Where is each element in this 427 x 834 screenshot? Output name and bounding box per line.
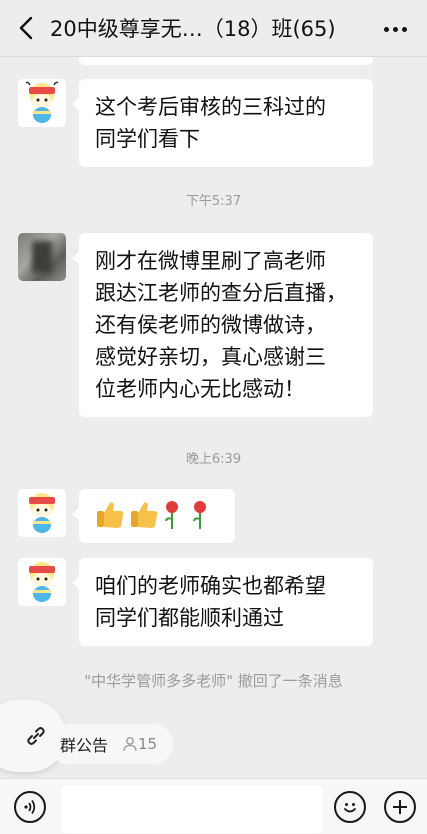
message-bubble[interactable]: 刚才在微博里刷了高老师 跟达江老师的查分后直播， 还有侯老师的微博做诗， 感觉好… xyxy=(72,233,373,417)
voice-button[interactable] xyxy=(14,791,46,823)
message-bubble[interactable]: 这个考后审核的三科过的 同学们看下 xyxy=(72,79,373,167)
message-line: 同学们都能顺利通过 xyxy=(95,606,284,630)
plus-icon xyxy=(393,800,407,814)
previous-bubble-fragment xyxy=(79,57,373,65)
message-bubble[interactable] xyxy=(72,489,235,543)
cartoon-bee-avatar-icon xyxy=(18,558,66,606)
link-icon xyxy=(27,727,45,745)
smiley-icon xyxy=(344,803,356,813)
plus-button[interactable] xyxy=(384,791,416,823)
timestamp: 晚上6:39 xyxy=(185,452,242,467)
announcement-label: 群公告 xyxy=(60,736,109,755)
avatar[interactable] xyxy=(18,558,66,606)
member-count-value: 15 xyxy=(138,735,158,753)
chat-header: 20中级尊享无…（18）班(65) xyxy=(0,0,427,57)
chat-title: 20中级尊享无…（18）班(65) xyxy=(50,17,336,41)
message-line: 位老师内心无比感动！ xyxy=(95,377,305,401)
message-input[interactable] xyxy=(61,785,323,833)
input-bar xyxy=(0,778,427,834)
more-dot xyxy=(383,26,389,32)
cartoon-bee-avatar-icon xyxy=(18,79,66,127)
chevron-left-icon xyxy=(19,16,33,40)
message-line: 还有侯老师的微博做诗， xyxy=(95,313,326,337)
recall-notice: "中华学管师多多老师" 撤回了一条消息 xyxy=(84,672,343,690)
message-line: 同学们看下 xyxy=(95,127,200,151)
chat-area[interactable]: 这个考后审核的三科过的 同学们看下 下午5:37 刚才在微博里刷了高老师 跟达江… xyxy=(0,57,427,710)
person-icon xyxy=(123,737,137,752)
avatar[interactable] xyxy=(18,233,66,281)
emoji-button[interactable] xyxy=(334,791,366,823)
emoji-row xyxy=(97,501,206,529)
back-button[interactable] xyxy=(12,12,40,44)
message-bubble[interactable]: 咱们的老师确实也都希望 同学们都能顺利通过 xyxy=(72,558,373,646)
message-line: 这个考后审核的三科过的 xyxy=(95,95,326,119)
avatar[interactable] xyxy=(18,489,66,537)
thumbs-up-icon xyxy=(97,502,124,528)
cartoon-bee-avatar-icon xyxy=(18,489,66,537)
avatar[interactable] xyxy=(18,79,66,127)
member-count: 15 xyxy=(122,735,157,753)
rose-icon xyxy=(193,501,206,529)
thumbs-up-icon xyxy=(131,502,158,528)
more-dot xyxy=(392,26,398,32)
timestamp: 下午5:37 xyxy=(185,194,242,209)
voice-icon xyxy=(24,800,36,814)
group-announcement[interactable]: 群公告 15 xyxy=(48,724,174,764)
message-line: 感觉好亲切，真心感谢三 xyxy=(95,345,326,369)
message-line: 跟达江老师的查分后直播， xyxy=(95,281,347,305)
more-dot xyxy=(401,26,407,32)
more-button[interactable] xyxy=(379,14,411,44)
message-line: 咱们的老师确实也都希望 xyxy=(95,574,326,598)
rose-icon xyxy=(165,501,178,529)
message-line: 刚才在微博里刷了高老师 xyxy=(95,249,326,273)
